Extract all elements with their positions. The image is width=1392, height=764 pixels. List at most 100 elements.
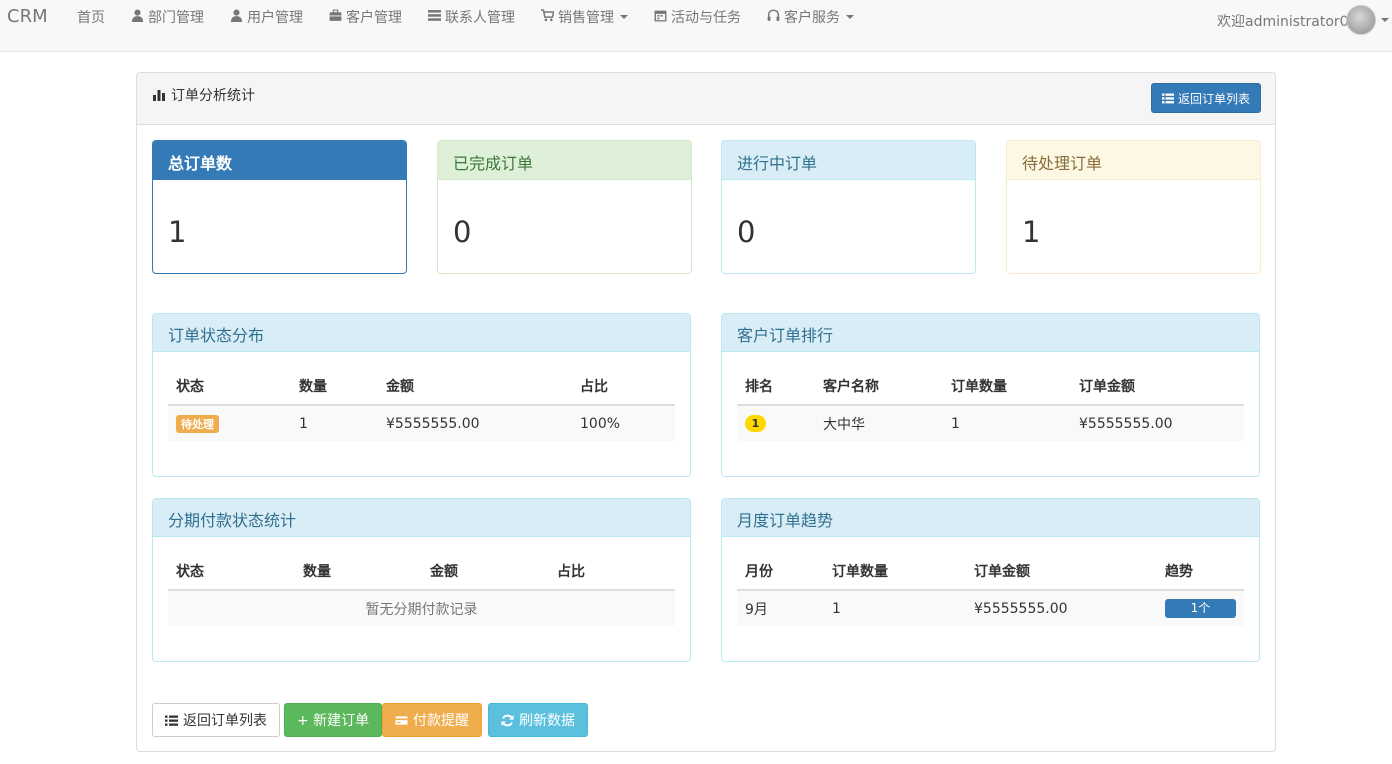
stat-card-completed-orders: 已完成订单 0: [437, 140, 692, 274]
stat-card-total-orders: 总订单数 1: [152, 140, 407, 274]
table-row: 1 大中华 1 ¥5555555.00: [737, 405, 1244, 441]
avatar[interactable]: [1346, 5, 1376, 35]
column-header: 金额: [378, 367, 572, 406]
trend-bar: 1个: [1165, 599, 1236, 618]
chevron-down-icon: [846, 15, 854, 19]
status-table: 状态 数量 金额 占比 待处理 1 ¥5555555.00 100%: [168, 367, 675, 441]
stat-card-value: 0: [453, 215, 472, 249]
trend-cell: 1个: [1157, 590, 1244, 626]
stat-card-title: 待处理订单: [1007, 141, 1260, 180]
panel-title: 月度订单趋势: [722, 499, 1259, 537]
user-icon: [230, 9, 243, 22]
stat-card-value: 0: [737, 215, 756, 249]
column-header: 订单数量: [824, 552, 966, 591]
stat-card-title: 进行中订单: [722, 141, 975, 180]
table-header-row: 状态 数量 金额 占比: [168, 552, 675, 591]
nav-label: 活动与任务: [671, 10, 741, 26]
column-header: 数量: [295, 552, 422, 591]
bar-chart-icon: [153, 90, 165, 101]
monthly-trend-table: 月份 订单数量 订单金额 趋势 9月 1 ¥5555555.00 1个: [737, 552, 1244, 626]
nav-label: 首页: [77, 10, 105, 26]
count-cell: 1: [291, 405, 378, 441]
customer-rank-table: 排名 客户名称 订单数量 订单金额 1 大中华 1 ¥5555555.00: [737, 367, 1244, 441]
button-label: 返回订单列表: [1177, 91, 1250, 106]
list-icon: [165, 715, 178, 726]
panel-title: 订单状态分布: [153, 314, 690, 352]
chevron-down-icon[interactable]: [1381, 18, 1389, 22]
column-header: 占比: [549, 552, 675, 591]
credit-card-icon: [395, 715, 408, 725]
amount-cell: ¥5555555.00: [378, 405, 572, 441]
back-to-order-list-button[interactable]: 返回订单列表: [152, 703, 280, 737]
nav-item-service[interactable]: 客户服务: [754, 0, 867, 32]
monthly-trend-panel: 月度订单趋势 月份 订单数量 订单金额 趋势 9月 1 ¥5555555.00 …: [721, 498, 1260, 662]
welcome-text: 欢迎administrator0: [1217, 14, 1349, 30]
stat-card-value: 1: [1022, 215, 1041, 249]
column-header: 趋势: [1157, 552, 1244, 591]
installment-table: 状态 数量 金额 占比 暂无分期付款记录: [168, 552, 675, 626]
empty-state-text: 暂无分期付款记录: [168, 590, 675, 626]
column-header: 状态: [168, 552, 295, 591]
table-header-row: 状态 数量 金额 占比: [168, 367, 675, 406]
rank-cell: 1: [737, 405, 815, 441]
stat-card-pending-orders: 待处理订单 1: [1006, 140, 1261, 274]
table-header-row: 月份 订单数量 订单金额 趋势: [737, 552, 1244, 591]
panel-header: 订单分析统计 返回订单列表: [137, 73, 1275, 125]
count-cell: 1: [943, 405, 1071, 441]
order-status-panel: 订单状态分布 状态 数量 金额 占比 待处理 1 ¥5555555.00 100…: [152, 313, 691, 477]
back-to-list-button[interactable]: 返回订单列表: [1150, 83, 1261, 113]
refresh-data-button[interactable]: 刷新数据: [488, 703, 588, 737]
main-nav: 首页 部门管理 用户管理 客户管理 联系人管理 销售管理 活动与任务 客户服务: [64, 0, 867, 32]
nav-item-activities[interactable]: 活动与任务: [641, 0, 754, 32]
order-analysis-panel: 订单分析统计 返回订单列表 总订单数 1 已完成订单 0 进行中订单 0 待处理…: [136, 72, 1276, 752]
customer-rank-panel: 客户订单排行 排名 客户名称 订单数量 订单金额 1 大中华 1 ¥555555…: [721, 313, 1260, 477]
payment-reminder-button[interactable]: 付款提醒: [382, 703, 482, 737]
button-label: + 新建订单: [297, 713, 370, 729]
column-header: 数量: [291, 367, 378, 406]
nav-item-home[interactable]: 首页: [64, 0, 118, 32]
nav-label: 部门管理: [148, 10, 204, 26]
column-header: 状态: [168, 367, 291, 406]
new-order-button[interactable]: + 新建订单: [284, 703, 383, 737]
nav-label: 客户管理: [346, 10, 402, 26]
column-header: 金额: [422, 552, 549, 591]
brand-logo[interactable]: CRM: [7, 6, 48, 27]
nav-label: 销售管理: [558, 10, 614, 26]
table-row: 待处理 1 ¥5555555.00 100%: [168, 405, 675, 441]
count-cell: 1: [824, 590, 966, 626]
button-label: 付款提醒: [413, 713, 469, 729]
nav-label: 客户服务: [784, 10, 840, 26]
panel-title: 分期付款状态统计: [153, 499, 690, 537]
amount-cell: ¥5555555.00: [1071, 405, 1244, 441]
customer-name-cell: 大中华: [815, 405, 943, 441]
top-navbar: CRM 首页 部门管理 用户管理 客户管理 联系人管理 销售管理 活动与任务 客…: [0, 0, 1392, 52]
nav-label: 联系人管理: [445, 10, 515, 26]
table-row: 暂无分期付款记录: [168, 590, 675, 626]
column-header: 月份: [737, 552, 824, 591]
stat-card-in-progress-orders: 进行中订单 0: [721, 140, 976, 274]
button-label: 返回订单列表: [183, 713, 267, 729]
briefcase-icon: [329, 9, 342, 21]
page-title-text: 订单分析统计: [171, 88, 255, 104]
list-icon: [428, 10, 441, 21]
column-header: 订单金额: [1071, 367, 1244, 406]
nav-item-sales[interactable]: 销售管理: [528, 0, 641, 32]
list-icon: [1161, 93, 1174, 103]
nav-item-users[interactable]: 用户管理: [217, 0, 316, 32]
chevron-down-icon: [620, 15, 628, 19]
column-header: 排名: [737, 367, 815, 406]
column-header: 占比: [572, 367, 675, 406]
rank-badge: 1: [745, 415, 766, 432]
column-header: 订单数量: [943, 367, 1071, 406]
nav-item-departments[interactable]: 部门管理: [118, 0, 217, 32]
nav-item-customers[interactable]: 客户管理: [316, 0, 415, 32]
status-cell: 待处理: [168, 405, 291, 441]
stat-card-title: 总订单数: [153, 141, 406, 180]
page-title: 订单分析统计: [153, 85, 255, 105]
table-header-row: 排名 客户名称 订单数量 订单金额: [737, 367, 1244, 406]
column-header: 订单金额: [966, 552, 1157, 591]
nav-item-contacts[interactable]: 联系人管理: [415, 0, 528, 32]
status-badge: 待处理: [176, 414, 219, 433]
button-label: 刷新数据: [519, 713, 575, 729]
refresh-icon: [501, 714, 514, 726]
